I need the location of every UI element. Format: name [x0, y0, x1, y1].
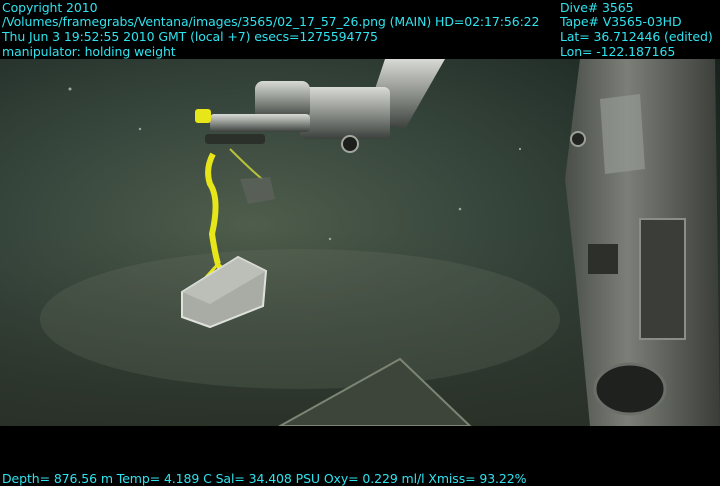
timestamp-text: Thu Jun 3 19:52:55 2010 GMT (local +7) e… [2, 29, 378, 44]
latitude-text: Lat= 36.712446 (edited) [560, 29, 713, 44]
manipulator-jaw-lower [205, 134, 265, 144]
manipulator-wrist [300, 87, 390, 139]
image-path-text: /Volumes/framegrabs/Ventana/images/3565/… [2, 14, 540, 29]
rope-handle-top [195, 109, 211, 123]
longitude-text: Lon= -122.187165 [560, 44, 676, 59]
sediment-cloud [40, 249, 560, 389]
particle [328, 237, 332, 241]
manipulator-joint [341, 135, 359, 153]
panel-bolt [570, 131, 586, 147]
vehicle-fitting [593, 362, 667, 416]
tape-number-text: Tape# V3565-03HD [560, 14, 682, 29]
particle [68, 87, 72, 91]
manipulator-actuator [255, 81, 310, 119]
particle [458, 207, 462, 211]
underwater-scene [0, 59, 720, 426]
panel-label-plate [588, 244, 618, 274]
particle [138, 127, 142, 131]
panel-plate [600, 94, 645, 174]
particle [518, 147, 522, 151]
telemetry-text: Depth= 876.56 m Temp= 4.189 C Sal= 34.40… [2, 471, 527, 486]
manipulator-status-text: manipulator: holding weight [2, 44, 176, 59]
manipulator-jaw-upper [210, 114, 310, 132]
copyright-text: Copyright 2010 [2, 0, 98, 15]
scene-illustration [0, 59, 720, 426]
panel-bracket [639, 218, 686, 340]
dive-number-text: Dive# 3565 [560, 0, 634, 15]
